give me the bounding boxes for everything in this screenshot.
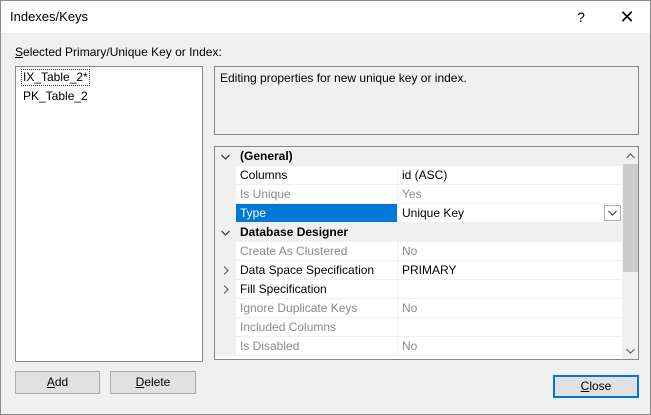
grid-property-row[interactable]: Data Space Specification PRIMARY — [215, 261, 622, 280]
delete-label-rest: elete — [144, 375, 171, 389]
property-name[interactable]: (General) — [236, 147, 622, 166]
property-name[interactable]: Type — [236, 204, 397, 223]
window-title: Indexes/Keys — [10, 9, 89, 24]
delete-mnemonic: D — [135, 375, 145, 389]
vertical-scrollbar[interactable] — [622, 147, 638, 359]
key-list[interactable]: IX_Table_2* PK_Table_2 — [15, 66, 203, 362]
property-name[interactable]: Columns — [236, 166, 397, 185]
add-button[interactable]: Add — [15, 371, 100, 394]
grid-property-row[interactable]: Included Columns — [215, 318, 622, 337]
close-label-rest: lose — [589, 379, 612, 393]
property-name[interactable]: Is Unique — [236, 185, 397, 204]
scrollbar-thumb[interactable] — [623, 164, 638, 272]
close-window-button[interactable]: ✕ — [604, 1, 650, 33]
property-name[interactable]: Ignore Duplicate Keys — [236, 299, 397, 318]
delete-button[interactable]: Delete — [110, 371, 196, 394]
label-rest: elected Primary/Unique Key or Index: — [23, 45, 222, 59]
property-value[interactable] — [397, 318, 622, 337]
property-name[interactable]: Included Columns — [236, 318, 397, 337]
grid-property-row[interactable]: Create As Clustered No — [215, 242, 622, 261]
property-name[interactable]: Create As Clustered — [236, 242, 397, 261]
row-gutter — [215, 242, 236, 261]
property-value[interactable]: No — [397, 337, 622, 356]
grid-property-row[interactable]: Columns id (ASC) — [215, 166, 622, 185]
description-text: Editing properties for new unique key or… — [220, 71, 467, 85]
expand-icon[interactable] — [215, 261, 236, 280]
property-value[interactable]: id (ASC) — [397, 166, 622, 185]
property-value[interactable]: Unique Key — [397, 204, 622, 223]
row-gutter — [215, 318, 236, 337]
row-gutter — [215, 166, 236, 185]
row-gutter — [215, 204, 236, 223]
help-button[interactable]: ? — [558, 1, 604, 33]
property-value[interactable]: PRIMARY — [397, 261, 622, 280]
grid-property-row[interactable]: Is Unique Yes — [215, 185, 622, 204]
grid-property-row[interactable]: Type Unique Key — [215, 204, 622, 223]
title-bar: Indexes/Keys ? ✕ — [1, 1, 650, 33]
grid-property-row[interactable]: Ignore Duplicate Keys No — [215, 299, 622, 318]
row-gutter — [215, 185, 236, 204]
grid-property-row[interactable]: Is Disabled No — [215, 337, 622, 356]
property-value[interactable]: No — [397, 242, 622, 261]
chevron-down-icon[interactable] — [604, 205, 621, 221]
property-name[interactable]: Database Designer — [236, 223, 622, 242]
property-value[interactable]: Yes — [397, 185, 622, 204]
add-label-rest: dd — [54, 375, 69, 389]
property-value[interactable] — [397, 280, 622, 299]
scroll-up-icon[interactable] — [622, 147, 638, 164]
expand-icon[interactable] — [215, 280, 236, 299]
scroll-down-icon[interactable] — [622, 342, 638, 359]
description-box: Editing properties for new unique key or… — [214, 66, 639, 135]
grid-property-row[interactable]: Fill Specification — [215, 280, 622, 299]
property-name[interactable]: Fill Specification — [236, 280, 397, 299]
property-name[interactable]: Is Disabled — [236, 337, 397, 356]
grid-category-row[interactable]: Database Designer — [215, 223, 622, 242]
collapse-icon[interactable] — [215, 147, 236, 166]
add-mnemonic: A — [46, 375, 55, 389]
key-item-pk-table-2[interactable]: PK_Table_2 — [22, 89, 89, 104]
property-value[interactable]: No — [397, 299, 622, 318]
key-item-ix-table-2[interactable]: IX_Table_2* — [21, 69, 90, 86]
property-name[interactable]: Data Space Specification — [236, 261, 397, 280]
grid-category-row[interactable]: (General) — [215, 147, 622, 166]
label-mnemonic: S — [15, 45, 24, 59]
row-gutter — [215, 299, 236, 318]
indexes-keys-dialog: Indexes/Keys ? ✕ Selected Primary/Unique… — [0, 0, 651, 415]
close-button[interactable]: Close — [553, 375, 639, 398]
selected-key-label: Selected Primary/Unique Key or Index: — [15, 45, 222, 59]
row-gutter — [215, 337, 236, 356]
property-grid[interactable]: (General) Columns id (ASC) Is Unique Yes Type… — [214, 146, 639, 360]
collapse-icon[interactable] — [215, 223, 236, 242]
